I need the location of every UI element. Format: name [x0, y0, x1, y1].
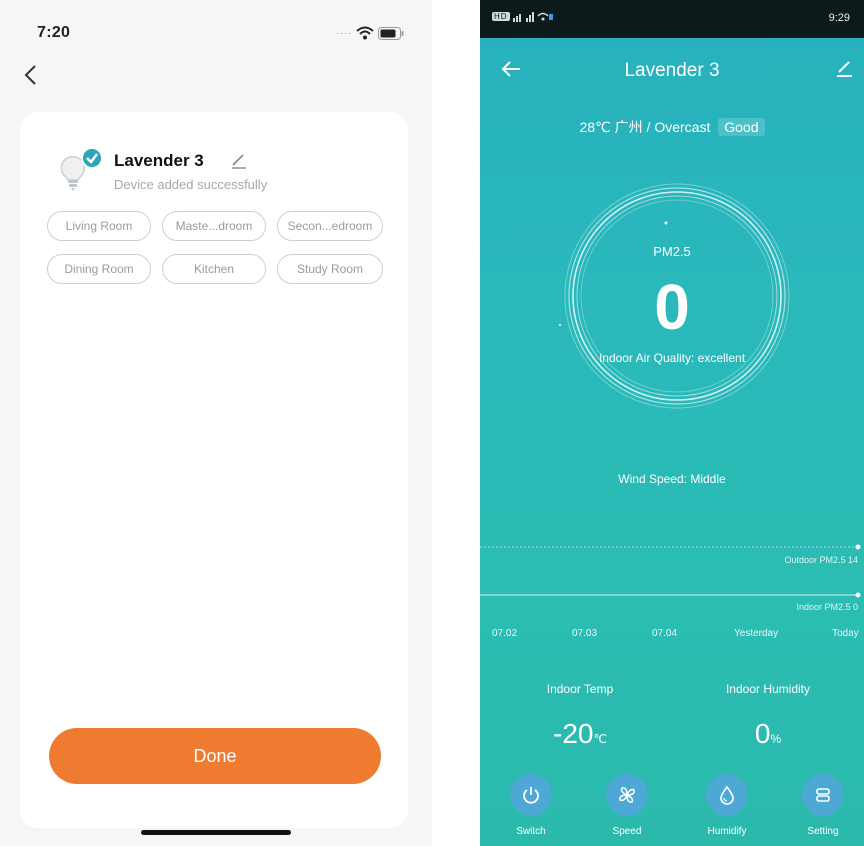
- room-chip-kitchen[interactable]: Kitchen: [162, 254, 266, 284]
- date-tick: Yesterday: [734, 628, 779, 639]
- water-drop-icon: [720, 785, 734, 805]
- humidity-number: 0: [754, 718, 771, 749]
- indoor-humidity-value: 0%: [688, 718, 848, 750]
- pm25-label: PM2.5: [653, 244, 691, 259]
- battery-icon: [378, 26, 404, 40]
- status-bar-left: HD: [492, 11, 553, 22]
- setting-control[interactable]: [798, 774, 848, 824]
- wifi-icon: [356, 26, 374, 40]
- pm25-value: 0: [654, 271, 690, 343]
- signal-dots-icon: ····: [336, 28, 352, 38]
- speed-button[interactable]: [606, 774, 648, 816]
- done-button[interactable]: Done: [49, 728, 381, 784]
- status-bar-time: 9:29: [828, 12, 850, 24]
- edit-icon[interactable]: [834, 58, 854, 78]
- setting-label: Setting: [807, 826, 839, 837]
- settings-icon: [816, 788, 830, 802]
- humidify-control[interactable]: [702, 774, 752, 824]
- switch-control[interactable]: [506, 774, 556, 824]
- humidify-button[interactable]: [706, 774, 748, 816]
- indoor-air-quality-text: Indoor Air Quality: excellent: [598, 351, 746, 365]
- humidify-label: Humidify: [707, 826, 747, 837]
- indoor-temp-value: -20℃: [500, 718, 660, 750]
- date-tick: 07.02: [492, 628, 518, 639]
- indoor-humidity-label: Indoor Humidity: [725, 682, 811, 696]
- switch-label: Switch: [516, 826, 546, 837]
- device-status-text: Device added successfully: [114, 177, 268, 192]
- hd-badge: HD: [492, 12, 510, 21]
- room-chip-master-bedroom[interactable]: Maste...droom: [162, 211, 266, 241]
- room-chip-living-room[interactable]: Living Room: [47, 211, 151, 241]
- date-tick: Today: [832, 628, 859, 639]
- signal-icon: [512, 12, 553, 22]
- room-chip-dining-room[interactable]: Dining Room: [47, 254, 151, 284]
- back-arrow-icon[interactable]: [18, 62, 44, 88]
- outdoor-pm25-label: Outdoor PM2.5 14: [784, 555, 858, 565]
- status-bar: HD 9:29: [480, 0, 864, 38]
- air-quality-badge: Good: [718, 118, 765, 136]
- status-bar-time: 7:20: [37, 24, 71, 41]
- room-chip-second-bedroom[interactable]: Secon...edroom: [277, 211, 383, 241]
- add-device-screen: 7:20 ···· Lavender 3 Device added succes…: [0, 0, 432, 846]
- temp-number: -20: [553, 718, 594, 749]
- switch-button[interactable]: [510, 774, 552, 816]
- wind-speed-text: Wind Speed: Middle: [618, 472, 726, 486]
- air-purifier-screen: HD 9:29 Lavender 3 28℃ 广州 / Overcast Goo…: [480, 0, 864, 846]
- speed-control[interactable]: [602, 774, 652, 824]
- date-tick: 07.03: [572, 628, 598, 639]
- power-icon: [523, 787, 539, 804]
- home-indicator[interactable]: [141, 830, 291, 835]
- temp-unit: ℃: [593, 732, 607, 746]
- indoor-temp-label: Indoor Temp: [546, 682, 614, 696]
- room-chip-study-room[interactable]: Study Room: [277, 254, 383, 284]
- date-tick: 07.04: [652, 628, 678, 639]
- device-title: Lavender 3: [624, 60, 720, 81]
- speed-label: Speed: [612, 826, 642, 837]
- device-name: Lavender 3: [114, 151, 204, 170]
- light-bulb-icon: [60, 147, 103, 191]
- weather-text: 28℃ 广州 / Overcast: [579, 119, 711, 135]
- indoor-pm25-label: Indoor PM2.5 0: [796, 602, 858, 612]
- fan-icon: [619, 787, 635, 803]
- edit-name-icon[interactable]: [228, 150, 248, 170]
- status-bar-icons: ····: [336, 26, 404, 40]
- humidity-unit: %: [770, 732, 782, 746]
- weather-info: 28℃ 广州 / Overcast Good: [480, 117, 864, 137]
- setting-button[interactable]: [802, 774, 844, 816]
